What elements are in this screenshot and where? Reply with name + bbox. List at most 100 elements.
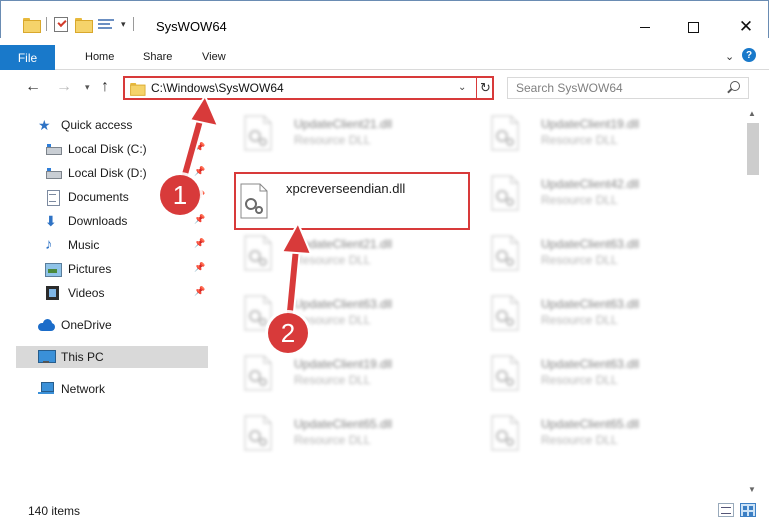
sidebar-item-label: Local Disk (C:) bbox=[68, 142, 147, 156]
dll-file-icon bbox=[491, 115, 519, 151]
recent-locations-chevron-icon[interactable]: ▾ bbox=[85, 82, 90, 93]
file-tile[interactable]: UpdateClient21.dll Resource DLL bbox=[234, 227, 464, 279]
help-icon[interactable]: ? bbox=[742, 48, 756, 62]
sidebar-item-local-disk-c[interactable]: Local Disk (C:) 📌 bbox=[45, 138, 208, 160]
dll-file-icon bbox=[244, 115, 272, 151]
dll-file-icon bbox=[244, 235, 272, 271]
dll-file-icon bbox=[491, 415, 519, 451]
search-input[interactable] bbox=[508, 78, 723, 98]
file-name: UpdateClient63.dll bbox=[294, 297, 393, 311]
sidebar-item-label: This PC bbox=[61, 350, 104, 364]
scroll-down-arrow-icon[interactable]: ▼ bbox=[748, 485, 756, 494]
file-tile[interactable]: UpdateClient19.dll Resource DLL bbox=[234, 347, 464, 399]
tab-share[interactable]: Share bbox=[143, 51, 172, 63]
this-pc-icon bbox=[38, 350, 56, 364]
file-name: UpdateClient19.dll bbox=[294, 357, 393, 371]
file-type: Resource DLL bbox=[541, 433, 618, 447]
sidebar-item-label: OneDrive bbox=[61, 318, 112, 332]
folder-icon[interactable] bbox=[23, 17, 41, 33]
navigation-bar: ← → ▾ ↑ C:\Windows\SysWOW64 ⌄ ↻ bbox=[0, 71, 769, 105]
file-type: Resource DLL bbox=[541, 253, 618, 267]
new-folder-icon[interactable] bbox=[75, 17, 93, 33]
sidebar-item-label: Network bbox=[61, 382, 106, 396]
back-arrow-icon[interactable]: ← bbox=[25, 78, 41, 96]
file-tile[interactable]: UpdateClient19.dll Resource DLL bbox=[481, 107, 711, 159]
toolbar-separator bbox=[46, 17, 47, 31]
drive-icon bbox=[45, 166, 62, 180]
music-icon: ♪ bbox=[45, 236, 53, 253]
file-name: xpcreverseendian.dll bbox=[286, 181, 406, 196]
sidebar-item-label: Local Disk (D:) bbox=[68, 166, 147, 180]
file-name: UpdateClient19.dll bbox=[541, 117, 640, 131]
pin-icon[interactable]: 📌 bbox=[194, 142, 205, 153]
expand-ribbon-chevron-icon[interactable]: ⌄ bbox=[725, 50, 734, 63]
pin-icon[interactable]: 📌 bbox=[194, 214, 205, 225]
dll-file-icon bbox=[491, 175, 519, 211]
maximize-button[interactable] bbox=[670, 14, 716, 40]
pin-icon[interactable]: 📌 bbox=[194, 262, 205, 273]
sidebar-item-music[interactable]: ♪ Music 📌 bbox=[45, 234, 208, 256]
step-2-badge: 2 bbox=[268, 313, 308, 353]
star-icon: ★ bbox=[38, 117, 51, 133]
pin-icon[interactable]: 📌 bbox=[194, 238, 205, 249]
dll-file-icon bbox=[244, 415, 272, 451]
ribbon-tabs: File Home Share View ⌄ ? bbox=[0, 45, 769, 70]
sidebar-item-label: Music bbox=[68, 238, 100, 252]
file-tile[interactable]: UpdateClient65.dll Resource DLL bbox=[234, 407, 464, 459]
large-icons-view-icon[interactable] bbox=[740, 503, 756, 517]
sidebar-item-label: Videos bbox=[68, 286, 105, 300]
sidebar-item-pictures[interactable]: Pictures 📌 bbox=[45, 258, 208, 280]
file-tile[interactable]: UpdateClient63.dll Resource DLL bbox=[481, 347, 711, 399]
sidebar-item-network[interactable]: Network bbox=[38, 378, 208, 400]
file-type: Resource DLL bbox=[541, 313, 618, 327]
file-tile[interactable]: UpdateClient63.dll Resource DLL bbox=[481, 287, 711, 339]
file-tile[interactable]: UpdateClient63.dll Resource DLL bbox=[481, 227, 711, 279]
file-type: Resource DLL bbox=[294, 373, 371, 387]
minimize-button[interactable] bbox=[622, 14, 668, 40]
properties-list-icon[interactable] bbox=[98, 18, 114, 31]
sidebar-item-quick-access[interactable]: ★ Quick access bbox=[38, 114, 230, 136]
details-view-icon[interactable] bbox=[718, 503, 734, 517]
sidebar-item-onedrive[interactable]: OneDrive bbox=[38, 314, 208, 336]
forward-arrow-icon[interactable]: → bbox=[56, 78, 72, 96]
dll-file-icon bbox=[491, 235, 519, 271]
vertical-scrollbar[interactable]: ▲ ▼ bbox=[744, 105, 762, 500]
scrollbar-thumb[interactable] bbox=[747, 123, 759, 175]
address-path[interactable]: C:\Windows\SysWOW64 bbox=[151, 81, 284, 95]
file-name: UpdateClient21.dll bbox=[294, 117, 393, 131]
file-tile-focused[interactable]: xpcreverseendian.dll bbox=[234, 172, 470, 230]
scroll-up-arrow-icon[interactable]: ▲ bbox=[748, 109, 756, 118]
tab-file[interactable]: File bbox=[0, 45, 55, 70]
file-name: UpdateClient63.dll bbox=[541, 297, 640, 311]
address-dropdown-icon[interactable]: ⌄ bbox=[458, 82, 466, 93]
sidebar-item-label: Quick access bbox=[61, 118, 133, 132]
refresh-icon[interactable]: ↻ bbox=[480, 80, 491, 96]
item-count: 140 items bbox=[28, 504, 81, 518]
sidebar-item-label: Pictures bbox=[68, 262, 112, 276]
file-type: Resource DLL bbox=[541, 373, 618, 387]
up-arrow-icon[interactable]: ↑ bbox=[101, 78, 109, 96]
close-button[interactable]: ✕ bbox=[723, 14, 769, 40]
dll-file-icon bbox=[491, 355, 519, 391]
file-name: UpdateClient42.dll bbox=[541, 177, 640, 191]
videos-icon bbox=[45, 286, 61, 300]
sidebar-item-this-pc[interactable]: This PC bbox=[16, 346, 208, 368]
pin-icon[interactable]: 📌 bbox=[194, 166, 205, 177]
file-tile[interactable]: UpdateClient42.dll Resource DLL bbox=[481, 167, 711, 219]
file-tile[interactable]: UpdateClient21.dll Resource DLL bbox=[234, 107, 464, 159]
search-icon[interactable] bbox=[730, 81, 740, 91]
address-bar[interactable]: C:\Windows\SysWOW64 ⌄ ↻ bbox=[123, 76, 494, 100]
sidebar-item-videos[interactable]: Videos 📌 bbox=[45, 282, 208, 304]
customize-toolbar-dropdown-icon[interactable]: ▾ bbox=[121, 19, 126, 30]
search-box[interactable] bbox=[507, 77, 749, 99]
pin-icon[interactable]: 📌 bbox=[194, 286, 205, 297]
properties-check-icon[interactable] bbox=[54, 16, 68, 32]
file-tile[interactable]: UpdateClient65.dll Resource DLL bbox=[481, 407, 711, 459]
tab-view[interactable]: View bbox=[202, 51, 226, 63]
tab-home[interactable]: Home bbox=[85, 51, 114, 63]
file-list: UpdateClient21.dll Resource DLL UpdateCl… bbox=[211, 105, 744, 500]
file-name: UpdateClient63.dll bbox=[541, 237, 640, 251]
navigation-pane: ★ Quick access Local Disk (C:) 📌 Local D… bbox=[0, 105, 211, 500]
file-type: Resource DLL bbox=[541, 133, 618, 147]
file-name: UpdateClient65.dll bbox=[294, 417, 393, 431]
